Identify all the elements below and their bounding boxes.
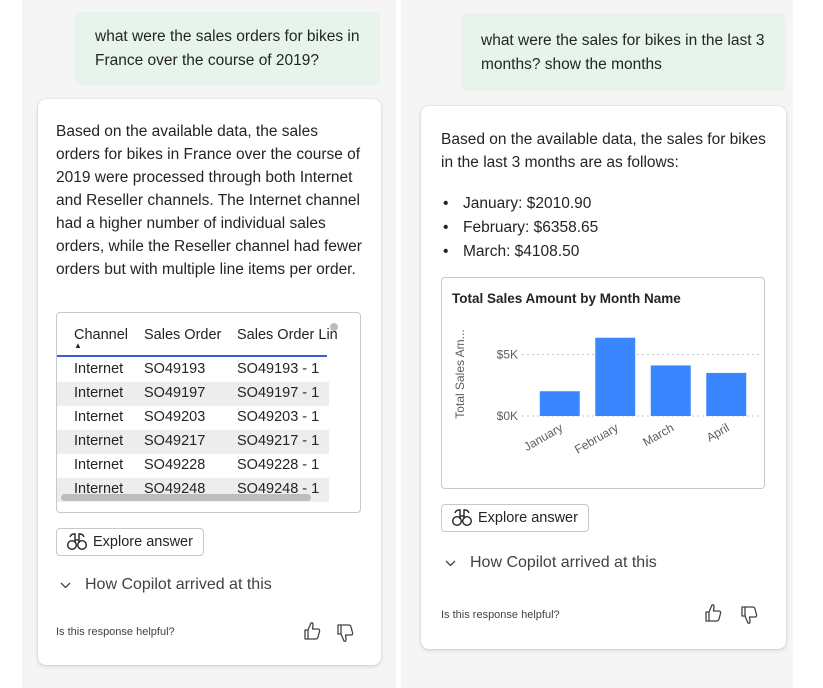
cell-sales-order: SO49193 [144,361,206,377]
binoculars-icon [452,509,472,526]
cell-sales-order: SO49203 [144,409,206,425]
cell-channel: Internet [74,433,124,449]
horizontal-scrollbar[interactable] [61,494,311,501]
sort-ascending-icon[interactable]: ▲ [74,341,82,350]
explore-answer-button[interactable]: Explore answer [56,528,204,556]
cell-sales-order: SO49197 [144,385,206,401]
column-header-sales-order-line[interactable]: Sales Order Lin [237,327,338,343]
sales-chart-visual[interactable]: Total Sales Amount by Month Name Total S… [441,277,765,489]
column-header-channel[interactable]: Channel [74,327,128,343]
thumbs-down-icon[interactable] [740,605,758,625]
binoculars-icon [67,533,87,550]
how-copilot-arrived-toggle[interactable]: How Copilot arrived at this [445,554,657,572]
cell-channel: Internet [74,409,124,425]
vertical-scrollbar[interactable] [330,323,338,331]
x-tick-label: January [521,420,565,453]
table-row: Internet SO49217 SO49217 - 1 [57,430,329,454]
x-tick-label: April [704,420,732,444]
answer-text: Based on the available data, the sales f… [441,131,766,171]
x-tick-label: February [572,420,621,456]
user-question-text: what were the sales orders for bikes in … [95,28,360,69]
cell-channel: Internet [74,361,124,377]
table-row: Internet SO49197 SO49197 - 1 [57,382,329,406]
y-tick-label: $0K [497,409,518,423]
how-copilot-arrived-toggle[interactable]: How Copilot arrived at this [60,576,272,594]
explore-answer-button[interactable]: Explore answer [441,504,589,532]
cell-sales-order-line: SO49197 - 1 [237,385,320,401]
helpful-prompt: Is this response helpful? [441,609,560,621]
thumbs-up-icon[interactable] [704,603,722,623]
cell-sales-order: SO49217 [144,433,206,449]
chevron-down-icon [60,582,71,588]
list-item: March: $4108.50 [441,240,598,264]
table-row: Internet SO49228 SO49228 - 1 [57,454,329,478]
table-row: Internet SO49203 SO49203 - 1 [57,406,329,430]
bar [539,391,580,416]
thumbs-down-icon[interactable] [336,623,354,643]
table-row: Internet SO49193 SO49193 - 1 [57,358,329,382]
cell-sales-order: SO49228 [144,457,206,473]
how-copilot-label: How Copilot arrived at this [470,554,657,571]
monthly-sales-list: January: $2010.90 February: $6358.65 Mar… [441,192,598,264]
y-tick-label: $5K [497,347,518,361]
table-header-row: Channel Sales Order Sales Order Lin ▲ [57,313,360,355]
helpful-prompt: Is this response helpful? [56,626,175,638]
answer-text: Based on the available data, the sales o… [56,123,362,278]
bar [706,372,747,416]
copilot-answer-card: Based on the available data, the sales o… [38,99,381,665]
chevron-down-icon [445,560,456,566]
y-axis-title: Total Sales Am... [453,329,467,418]
how-copilot-label: How Copilot arrived at this [85,576,272,593]
cell-channel: Internet [74,385,124,401]
explore-answer-label: Explore answer [478,510,578,526]
bar [650,365,691,416]
copilot-answer-card: Based on the available data, the sales f… [421,106,786,649]
user-question-bubble: what were the sales orders for bikes in … [75,12,380,85]
bar-chart: Total Sales Am... $0K $5K January February Ma… [453,329,760,457]
sales-orders-table[interactable]: Channel Sales Order Sales Order Lin ▲ In… [56,312,361,513]
cell-sales-order-line: SO49203 - 1 [237,409,320,425]
thumbs-up-icon[interactable] [303,621,321,641]
x-tick-label: March [640,420,676,449]
header-underline [57,355,327,357]
user-question-text: what were the sales for bikes in the las… [481,32,765,73]
list-item: January: $2010.90 [441,192,598,216]
bar [595,337,636,416]
explore-answer-label: Explore answer [93,534,193,550]
list-item: February: $6358.65 [441,216,598,240]
cell-sales-order-line: SO49228 - 1 [237,457,320,473]
cell-sales-order-line: SO49193 - 1 [237,361,320,377]
cell-sales-order-line: SO49217 - 1 [237,433,320,449]
column-header-sales-order[interactable]: Sales Order [144,327,221,343]
user-question-bubble: what were the sales for bikes in the las… [461,13,786,91]
cell-channel: Internet [74,457,124,473]
